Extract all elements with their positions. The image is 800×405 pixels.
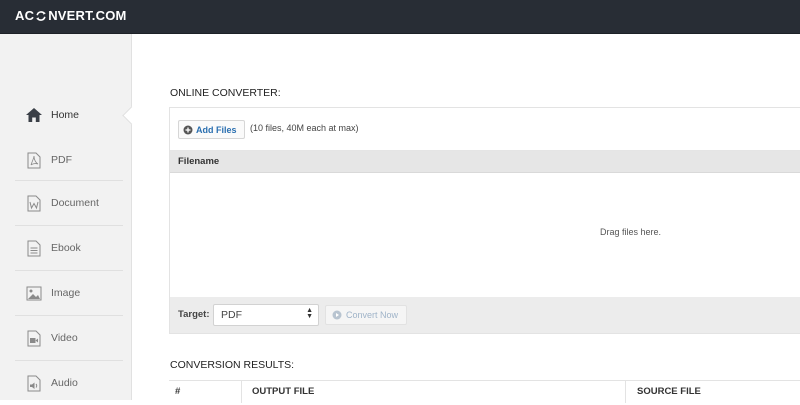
ebook-file-icon: [25, 239, 43, 257]
converter-panel: Add Files (10 files, 40M each at max) Fi…: [169, 107, 800, 334]
sidebar-item-pdf[interactable]: PDF: [15, 138, 123, 182]
sidebar-item-label: Image: [51, 287, 81, 299]
filename-header: Filename: [178, 156, 220, 167]
select-arrows-icon: ▲ ▼: [306, 307, 313, 320]
converter-footer: Target: PDF ▲ ▼ Convert Now: [170, 297, 800, 333]
add-files-label: Add Files: [196, 124, 237, 135]
results-title: CONVERSION RESULTS:: [170, 359, 295, 371]
col-header-source-file: SOURCE FILE: [637, 386, 701, 397]
word-file-icon: [25, 194, 43, 212]
add-files-button[interactable]: Add Files: [178, 120, 245, 139]
converter-toolbar: Add Files (10 files, 40M each at max): [170, 108, 800, 151]
sidebar-item-document[interactable]: Document: [15, 180, 123, 225]
filename-header-row: Filename: [170, 151, 800, 173]
plus-circle-icon: [183, 125, 193, 134]
file-limit-note: (10 files, 40M each at max): [250, 123, 359, 133]
sidebar-item-label: Home: [51, 109, 80, 121]
sidebar-item-label: Audio: [51, 377, 78, 389]
sidebar-item-label: Ebook: [51, 242, 81, 254]
logo-text-left: AC: [15, 8, 35, 23]
sidebar-item-ebook[interactable]: Ebook: [15, 225, 123, 270]
sidebar-item-home[interactable]: Home: [15, 93, 123, 137]
converter-title: ONLINE CONVERTER:: [170, 87, 281, 99]
sidebar-item-label: Document: [51, 197, 99, 209]
convert-now-button[interactable]: Convert Now: [325, 305, 408, 325]
home-icon: [25, 106, 43, 124]
video-file-icon: [25, 329, 43, 347]
target-format-value: PDF: [221, 309, 242, 321]
audio-file-icon: [25, 374, 43, 392]
col-header-output-file: OUTPUT FILE: [252, 386, 315, 397]
sidebar-item-label: Video: [51, 332, 78, 344]
convert-icon: [332, 310, 342, 320]
target-format-select[interactable]: PDF ▲ ▼: [213, 304, 319, 326]
site-logo[interactable]: AC NVERT.COM: [15, 8, 127, 23]
sidebar: Home PDF Document Ebook Image Video Audi…: [0, 34, 132, 400]
pdf-file-icon: [25, 151, 43, 169]
logo-text-right: NVERT.COM: [48, 8, 127, 23]
file-drop-zone[interactable]: Drag files here.: [170, 173, 800, 297]
sidebar-item-audio[interactable]: Audio: [15, 360, 123, 405]
top-bar: AC NVERT.COM: [0, 0, 800, 34]
sidebar-item-label: PDF: [51, 154, 72, 166]
sidebar-item-video[interactable]: Video: [15, 315, 123, 360]
image-file-icon: [25, 284, 43, 302]
refresh-icon: [36, 10, 46, 21]
sidebar-item-image[interactable]: Image: [15, 270, 123, 315]
target-label: Target:: [178, 309, 210, 320]
col-header-number: #: [175, 386, 181, 397]
convert-now-label: Convert Now: [346, 310, 399, 320]
drop-zone-text: Drag files here.: [600, 227, 662, 237]
